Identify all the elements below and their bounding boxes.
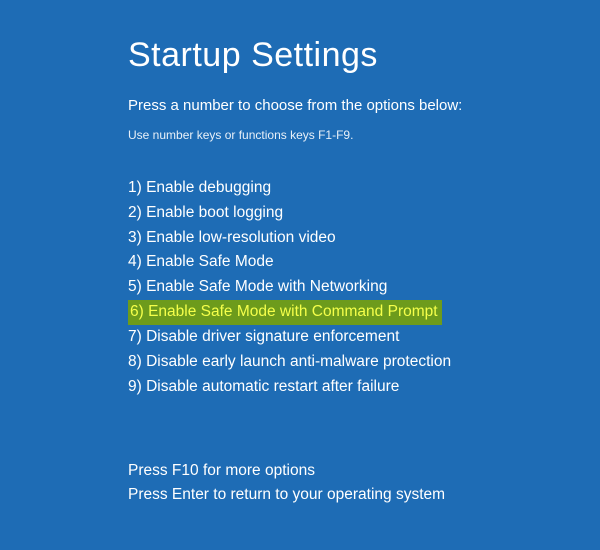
footer: Press F10 for more options Press Enter t… [128,459,600,507]
footer-more-options: Press F10 for more options [128,459,600,483]
option-label: 9) Disable automatic restart after failu… [128,375,399,399]
option-label: 1) Enable debugging [128,176,271,200]
option-item-9[interactable]: 9) Disable automatic restart after failu… [128,375,600,400]
option-item-2[interactable]: 2) Enable boot logging [128,201,600,226]
hint-text: Use number keys or functions keys F1-F9. [128,128,600,142]
option-item-8[interactable]: 8) Disable early launch anti-malware pro… [128,350,600,375]
option-label: 7) Disable driver signature enforcement [128,325,399,349]
instruction-text: Press a number to choose from the option… [128,97,600,114]
option-label: 8) Disable early launch anti-malware pro… [128,350,451,374]
option-item-5[interactable]: 5) Enable Safe Mode with Networking [128,275,600,300]
option-label: 4) Enable Safe Mode [128,250,274,274]
option-label: 5) Enable Safe Mode with Networking [128,275,387,299]
footer-return: Press Enter to return to your operating … [128,483,600,507]
option-label: 6) Enable Safe Mode with Command Prompt [128,300,442,325]
startup-settings-screen: Startup Settings Press a number to choos… [0,0,600,507]
option-item-4[interactable]: 4) Enable Safe Mode [128,250,600,275]
options-list: 1) Enable debugging2) Enable boot loggin… [128,176,600,399]
option-label: 3) Enable low-resolution video [128,226,336,250]
page-title: Startup Settings [128,36,600,75]
option-item-1[interactable]: 1) Enable debugging [128,176,600,201]
option-item-6[interactable]: 6) Enable Safe Mode with Command Prompt [128,300,600,325]
option-label: 2) Enable boot logging [128,201,283,225]
option-item-7[interactable]: 7) Disable driver signature enforcement [128,325,600,350]
option-item-3[interactable]: 3) Enable low-resolution video [128,226,600,251]
